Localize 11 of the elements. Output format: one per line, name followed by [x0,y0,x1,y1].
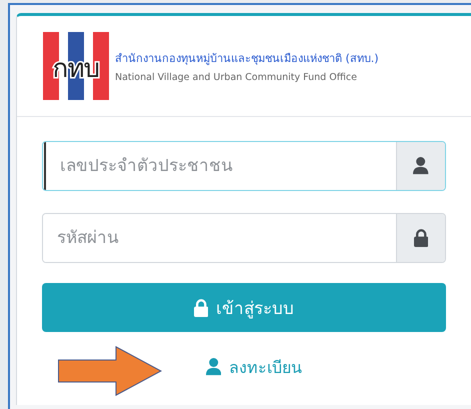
register-link[interactable]: ลงทะเบียน [206,354,302,380]
office-name-english: National Village and Urban Community Fund Office [115,72,358,83]
logo: กทบ [43,32,109,100]
user-icon [413,157,429,175]
input-group[interactable]: เลขประจำตัวประชาชน [42,141,446,191]
office-name: สำนักงานกองทุนหมู่บ้านและชุมชนเมืองแห่งชาติ (สทบ.) [115,51,379,67]
input-group[interactable]: รหัสผ่าน [42,213,446,263]
lock-icon [414,229,428,247]
login-button[interactable]: เข้าสู่ระบบ [42,283,446,332]
user-icon [206,358,222,376]
lock-icon [194,298,208,316]
